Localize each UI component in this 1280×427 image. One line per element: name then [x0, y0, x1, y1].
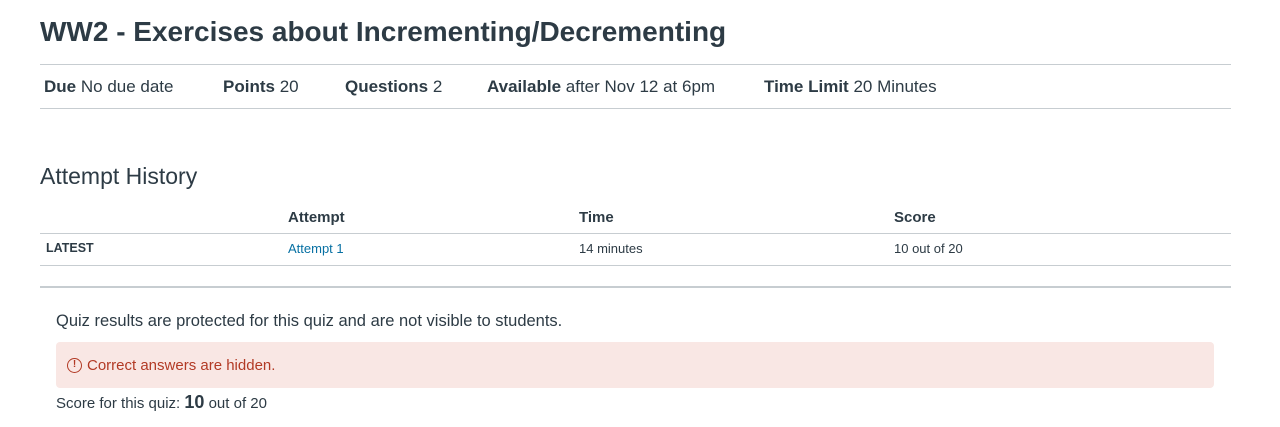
- alert-text: Correct answers are hidden.: [87, 356, 276, 374]
- quiz-score-summary: Score for this quiz: 10 out of 20: [56, 392, 267, 413]
- questions-label: Questions: [345, 77, 429, 96]
- time-cell: 14 minutes: [579, 241, 643, 256]
- latest-badge: LATEST: [46, 241, 94, 255]
- table-header-row: Attempt Time Score: [40, 206, 1231, 234]
- table-row: LATEST Attempt 1 14 minutes 10 out of 20: [40, 234, 1231, 266]
- section-divider: [40, 286, 1231, 288]
- protected-results-message: Quiz results are protected for this quiz…: [56, 312, 563, 330]
- points-detail: Points 20: [223, 65, 299, 108]
- column-header-score: Score: [894, 209, 936, 226]
- available-label: Available: [487, 77, 562, 96]
- time-limit-label: Time Limit: [764, 77, 849, 96]
- time-limit-detail: Time Limit 20 Minutes: [764, 65, 937, 108]
- questions-detail: Questions 2: [345, 65, 442, 108]
- score-cell: 10 out of 20: [894, 241, 963, 256]
- points-label: Points: [223, 77, 275, 96]
- answers-hidden-alert: ! Correct answers are hidden.: [56, 342, 1214, 388]
- due-detail: Due No due date: [44, 65, 174, 108]
- points-value: 20: [279, 77, 299, 96]
- attempt-history-heading: Attempt History: [40, 163, 198, 189]
- column-header-time: Time: [579, 209, 614, 226]
- attempt-cell: Attempt 1: [288, 241, 344, 256]
- column-header-attempt: Attempt: [288, 209, 345, 226]
- page-title: WW2 - Exercises about Incrementing/Decre…: [40, 16, 727, 47]
- attempt-link[interactable]: Attempt 1: [288, 241, 344, 256]
- score-suffix: out of 20: [208, 395, 267, 412]
- available-value: after Nov 12 at 6pm: [565, 77, 716, 96]
- warning-circle-icon: !: [67, 357, 82, 373]
- time-limit-value: 20 Minutes: [853, 77, 937, 96]
- quiz-details-bar: Due No due date Points 20 Questions 2 Av…: [40, 64, 1231, 109]
- due-label: Due: [44, 77, 77, 96]
- questions-value: 2: [432, 77, 443, 96]
- available-detail: Available after Nov 12 at 6pm: [487, 65, 715, 108]
- score-value: 10: [184, 392, 205, 412]
- score-prefix: Score for this quiz:: [56, 395, 181, 412]
- due-value: No due date: [80, 77, 174, 96]
